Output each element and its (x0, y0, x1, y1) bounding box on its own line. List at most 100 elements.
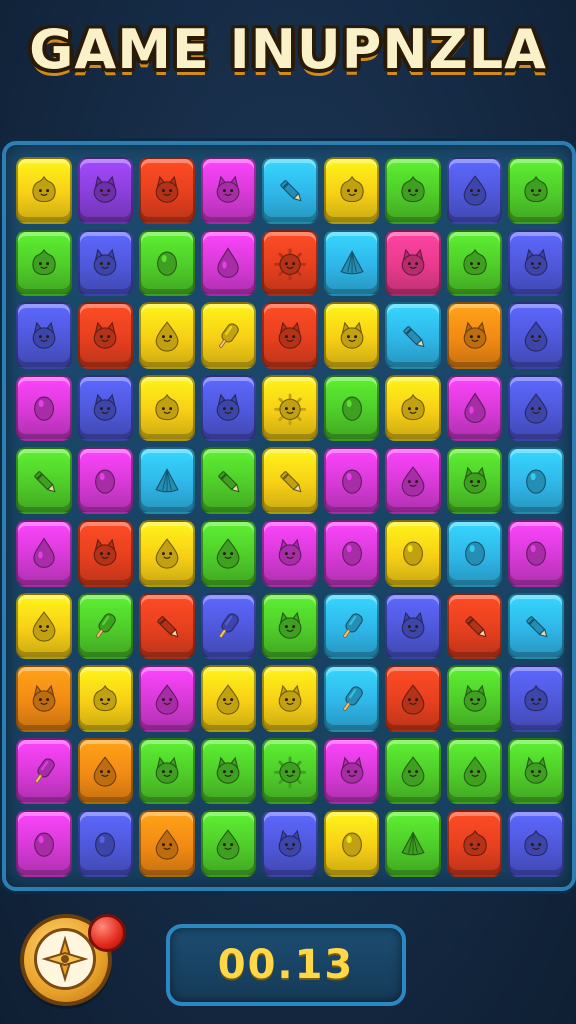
tile-blue-cat-creature[interactable] (508, 229, 564, 297)
tile-green-drop-creature[interactable] (200, 810, 257, 877)
tile-blue-drop-creature[interactable] (508, 374, 564, 442)
tile-cyan-shell[interactable] (323, 229, 380, 297)
tile-red-cat-creature[interactable] (77, 519, 134, 587)
tile-magenta-drop[interactable] (16, 519, 72, 587)
tile-green-sun-creature[interactable] (262, 737, 318, 805)
tile-red-cat-creature[interactable] (139, 157, 195, 224)
tile-green-drop-creature[interactable] (200, 519, 257, 587)
tile-yellow-egg[interactable] (323, 810, 380, 877)
tile-yellow-blob-creature[interactable] (323, 157, 380, 224)
tile-red-cat-creature[interactable] (77, 302, 134, 369)
tile-green-blob-creature[interactable] (446, 229, 503, 297)
tile-magenta-egg[interactable] (16, 810, 72, 877)
drop-creature-icon (524, 320, 548, 352)
tile-green-cat-creature[interactable] (262, 592, 318, 660)
tile-blue-cat-creature[interactable] (200, 374, 257, 442)
tile-red-drop-creature[interactable] (385, 665, 441, 732)
tile-yellow-blob-creature[interactable] (385, 374, 441, 442)
tile-yellow-drop-creature[interactable] (16, 592, 72, 660)
drop-creature-icon (524, 393, 548, 424)
tile-red-sun-creature[interactable] (262, 229, 318, 297)
tile-green-crayon[interactable] (16, 447, 72, 514)
tile-red-blob-creature[interactable] (446, 810, 503, 877)
drop-icon (33, 537, 55, 569)
tile-cyan-egg[interactable] (508, 447, 564, 514)
tile-blue-cat-creature[interactable] (77, 374, 134, 442)
tile-pink-cat-creature[interactable] (385, 229, 441, 297)
tile-orange-drop-creature[interactable] (139, 810, 195, 877)
tile-green-blob-creature[interactable] (16, 229, 72, 297)
tile-green-drop-creature[interactable] (385, 737, 441, 805)
tile-cyan-popsicle[interactable] (323, 592, 380, 660)
tile-blue-blob-creature[interactable] (508, 810, 564, 877)
tile-blue-blob-creature[interactable] (508, 665, 564, 732)
tile-green-crayon[interactable] (200, 447, 257, 514)
tile-yellow-popsicle[interactable] (200, 302, 257, 369)
tile-blue-cat-creature[interactable] (16, 302, 72, 369)
tile-yellow-cat-creature[interactable] (262, 665, 318, 732)
tile-green-egg[interactable] (139, 229, 195, 297)
tile-yellow-crayon[interactable] (262, 447, 318, 514)
tile-yellow-blob-creature[interactable] (16, 157, 72, 224)
tile-green-egg[interactable] (323, 374, 380, 442)
tile-magenta-egg[interactable] (16, 374, 72, 442)
tile-blue-drop-creature[interactable] (508, 302, 564, 369)
tile-magenta-drop-creature[interactable] (385, 447, 441, 514)
cat-creature-icon (93, 176, 117, 204)
tile-blue-cat-creature[interactable] (262, 810, 318, 877)
tile-yellow-blob-creature[interactable] (77, 665, 134, 732)
tile-magenta-popsicle[interactable] (16, 737, 72, 805)
tile-red-crayon[interactable] (446, 592, 503, 660)
tile-green-cat-creature[interactable] (200, 737, 257, 805)
tile-magenta-egg[interactable] (323, 519, 380, 587)
tile-blue-egg[interactable] (77, 810, 134, 877)
tile-cyan-shell[interactable] (139, 447, 195, 514)
tile-magenta-cat-creature[interactable] (323, 737, 380, 805)
tile-yellow-cat-creature[interactable] (323, 302, 380, 369)
sun-creature-icon (274, 393, 306, 426)
tile-magenta-drop-creature[interactable] (139, 665, 195, 732)
tile-purple-cat-creature[interactable] (77, 157, 134, 224)
tile-red-cat-creature[interactable] (262, 302, 318, 369)
drop-icon (217, 247, 240, 278)
tile-blue-popsicle[interactable] (200, 592, 257, 660)
tile-magenta-drop[interactable] (200, 229, 257, 297)
tile-cyan-crayon[interactable] (262, 157, 318, 224)
timer-display: 00.13 (166, 924, 406, 1006)
tile-magenta-cat-creature[interactable] (200, 157, 257, 224)
tile-green-cat-creature[interactable] (446, 447, 503, 514)
game-title: GAME INUPNZLA (29, 18, 547, 81)
tile-magenta-egg[interactable] (323, 447, 380, 514)
tile-magenta-drop[interactable] (446, 374, 503, 442)
compass-button[interactable] (20, 914, 126, 1006)
tile-green-blob-creature[interactable] (508, 157, 564, 224)
tile-orange-cat-creature[interactable] (16, 665, 72, 732)
tile-cyan-crayon[interactable] (508, 592, 564, 660)
tile-green-popsicle[interactable] (77, 592, 134, 660)
cat-creature-icon (93, 393, 117, 421)
tile-yellow-drop-creature[interactable] (139, 519, 195, 587)
tile-magenta-cat-creature[interactable] (262, 519, 318, 587)
tile-cyan-popsicle[interactable] (323, 665, 380, 732)
tile-red-crayon[interactable] (139, 592, 195, 660)
tile-yellow-sun-creature[interactable] (262, 374, 318, 442)
tile-cyan-crayon[interactable] (385, 302, 441, 369)
tile-blue-cat-creature[interactable] (385, 592, 441, 660)
tile-magenta-egg[interactable] (508, 519, 564, 587)
tile-yellow-egg[interactable] (385, 519, 441, 587)
tile-yellow-blob-creature[interactable] (139, 374, 195, 442)
tile-blue-drop-creature[interactable] (446, 157, 503, 224)
tile-magenta-egg[interactable] (77, 447, 134, 514)
tile-green-cat-creature[interactable] (446, 665, 503, 732)
tile-green-cat-creature[interactable] (508, 737, 564, 805)
tile-orange-drop-creature[interactable] (77, 737, 134, 805)
tile-yellow-drop-creature[interactable] (139, 302, 195, 369)
tile-cyan-egg[interactable] (446, 519, 503, 587)
tile-green-blob-creature[interactable] (385, 157, 441, 224)
tile-green-drop-creature[interactable] (446, 737, 503, 805)
tile-green-shell[interactable] (385, 810, 441, 877)
tile-yellow-drop-creature[interactable] (200, 665, 257, 732)
tile-green-cat-creature[interactable] (139, 737, 195, 805)
tile-orange-cat-creature[interactable] (446, 302, 503, 369)
tile-blue-cat-creature[interactable] (77, 229, 134, 297)
